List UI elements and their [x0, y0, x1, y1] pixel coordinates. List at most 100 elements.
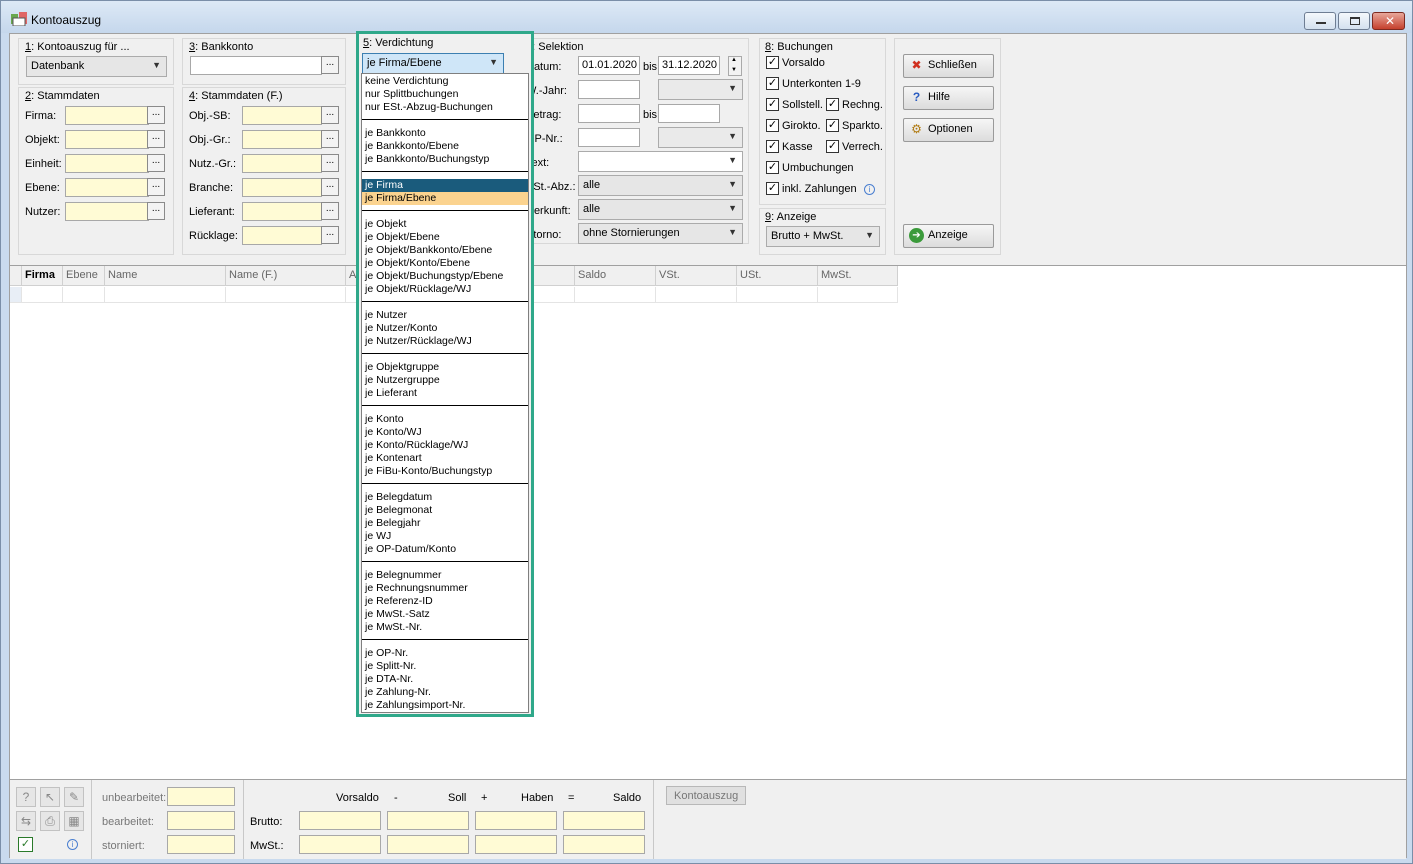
- objekt-field[interactable]: [65, 130, 149, 149]
- column-header-name-f[interactable]: Name (F.): [226, 266, 346, 286]
- verdichtung-dropdown-list[interactable]: keine Verdichtung nur Splittbuchungen nur …: [361, 73, 529, 713]
- dropdown-option[interactable]: je Nutzer/Rücklage/WJ: [362, 335, 528, 348]
- dropdown-option[interactable]: je Konto/Rücklage/WJ: [362, 439, 528, 452]
- table-cell[interactable]: [226, 287, 346, 303]
- kontoauszug-fuer-select[interactable]: Datenbank ▼: [26, 56, 167, 77]
- dropdown-option[interactable]: je Kontenart: [362, 452, 528, 465]
- nutz-gr-lookup-button[interactable]: ...: [321, 154, 339, 172]
- pointer-icon[interactable]: ↖: [40, 787, 60, 807]
- branche-lookup-button[interactable]: ...: [321, 178, 339, 196]
- dropdown-option[interactable]: je Objekt/Rücklage/WJ: [362, 283, 528, 296]
- girokto-checkbox[interactable]: ✓: [766, 119, 779, 132]
- dropdown-option[interactable]: je Belegdatum: [362, 491, 528, 504]
- rechng-checkbox[interactable]: ✓: [826, 98, 839, 111]
- table-cell[interactable]: [656, 287, 737, 303]
- column-header-ust[interactable]: USt.: [737, 266, 818, 286]
- bankkonto-lookup-button[interactable]: ...: [321, 56, 339, 74]
- obj-gr-lookup-button[interactable]: ...: [321, 130, 339, 148]
- dropdown-option[interactable]: je Referenz-ID: [362, 595, 528, 608]
- minimize-button[interactable]: [1304, 12, 1336, 30]
- question-icon[interactable]: ?: [16, 787, 36, 807]
- results-grid[interactable]: Firma Ebene Name Name (F.) A Saldo VSt. …: [10, 265, 1406, 779]
- betrag-to-field[interactable]: [658, 104, 720, 123]
- dropdown-option[interactable]: je Belegnummer: [362, 569, 528, 582]
- dropdown-option[interactable]: je Firma/Ebene: [362, 192, 528, 205]
- dropdown-option[interactable]: je OP-Nr.: [362, 647, 528, 660]
- dropdown-option[interactable]: je OP-Datum/Konto: [362, 543, 528, 556]
- dropdown-option[interactable]: je Belegmonat: [362, 504, 528, 517]
- column-header-firma[interactable]: Firma: [22, 266, 63, 286]
- verrech-checkbox[interactable]: ✓: [826, 140, 839, 153]
- info-icon[interactable]: i: [67, 839, 78, 850]
- dropdown-option[interactable]: je Objekt/Ebene: [362, 231, 528, 244]
- obj-sb-lookup-button[interactable]: ...: [321, 106, 339, 124]
- betrag-from-field[interactable]: [578, 104, 640, 123]
- dropdown-option[interactable]: je Firma: [362, 179, 528, 192]
- dropdown-option[interactable]: je Objekt/Konto/Ebene: [362, 257, 528, 270]
- datum-from-field[interactable]: 01.01.2020: [578, 56, 640, 75]
- title-bar[interactable]: Kontoauszug ✕: [1, 1, 1412, 33]
- wjahr-select[interactable]: ▼: [658, 79, 743, 100]
- dropdown-option[interactable]: je Bankkonto/Ebene: [362, 140, 528, 153]
- grid-icon[interactable]: ▦: [64, 811, 84, 831]
- info-icon[interactable]: i: [864, 184, 875, 195]
- column-header-ebene[interactable]: Ebene: [63, 266, 105, 286]
- dropdown-option[interactable]: je Zahlung-Nr.: [362, 686, 528, 699]
- dropdown-option[interactable]: je WJ: [362, 530, 528, 543]
- kontoauszug-tab[interactable]: Kontoauszug: [666, 786, 746, 805]
- row-indicator[interactable]: [10, 287, 22, 303]
- text-select[interactable]: ▼: [578, 151, 743, 172]
- table-cell[interactable]: [22, 287, 63, 303]
- swap-icon[interactable]: ⇆: [16, 811, 36, 831]
- dropdown-option[interactable]: je Konto/WJ: [362, 426, 528, 439]
- dropdown-option[interactable]: je MwSt.-Nr.: [362, 621, 528, 634]
- pencil-icon[interactable]: ✎: [64, 787, 84, 807]
- dropdown-option[interactable]: nur ESt.-Abzug-Buchungen: [362, 101, 528, 114]
- dropdown-option[interactable]: je DTA-Nr.: [362, 673, 528, 686]
- branche-field[interactable]: [242, 178, 322, 197]
- dropdown-option[interactable]: je Bankkonto/Buchungstyp: [362, 153, 528, 166]
- nutzer-lookup-button[interactable]: ...: [147, 202, 165, 220]
- objekt-lookup-button[interactable]: ...: [147, 130, 165, 148]
- inkl-zahlungen-checkbox[interactable]: ✓: [766, 182, 779, 195]
- table-cell[interactable]: [818, 287, 898, 303]
- column-header-vst[interactable]: VSt.: [656, 266, 737, 286]
- dropdown-option[interactable]: je MwSt.-Satz: [362, 608, 528, 621]
- dropdown-option[interactable]: je Nutzer/Konto: [362, 322, 528, 335]
- dropdown-option[interactable]: je Objekt/Buchungstyp/Ebene: [362, 270, 528, 283]
- einheit-lookup-button[interactable]: ...: [147, 154, 165, 172]
- column-header-mwst[interactable]: MwSt.: [818, 266, 898, 286]
- lieferant-lookup-button[interactable]: ...: [321, 202, 339, 220]
- status-checkbox[interactable]: ✓: [18, 837, 33, 852]
- sparkto-checkbox[interactable]: ✓: [826, 119, 839, 132]
- anzeige-button[interactable]: ➔ Anzeige: [903, 224, 994, 248]
- obj-gr-field[interactable]: [242, 130, 322, 149]
- ruecklage-field[interactable]: [242, 226, 322, 245]
- table-cell[interactable]: [737, 287, 818, 303]
- storno-select[interactable]: ohne Stornierungen ▼: [578, 223, 743, 244]
- lieferant-field[interactable]: [242, 202, 322, 221]
- datum-spinner[interactable]: ▲ ▼: [728, 56, 742, 76]
- dropdown-option[interactable]: je Rechnungsnummer: [362, 582, 528, 595]
- est-abz-select[interactable]: alle ▼: [578, 175, 743, 196]
- dropdown-option[interactable]: je Nutzer: [362, 309, 528, 322]
- table-cell[interactable]: [105, 287, 226, 303]
- close-window-button[interactable]: ✕: [1372, 12, 1405, 30]
- einheit-field[interactable]: [65, 154, 149, 173]
- table-cell[interactable]: [63, 287, 105, 303]
- print-icon[interactable]: ⎙: [40, 811, 60, 831]
- optionen-button[interactable]: ⚙ Optionen: [903, 118, 994, 142]
- firma-field[interactable]: [65, 106, 149, 125]
- table-cell[interactable]: [575, 287, 656, 303]
- dropdown-option[interactable]: je Nutzergruppe: [362, 374, 528, 387]
- sollstell-checkbox[interactable]: ✓: [766, 98, 779, 111]
- spin-down-icon[interactable]: ▼: [731, 67, 737, 73]
- nutzer-field[interactable]: [65, 202, 149, 221]
- column-header-name[interactable]: Name: [105, 266, 226, 286]
- dropdown-option[interactable]: keine Verdichtung: [362, 75, 528, 88]
- maximize-button[interactable]: [1338, 12, 1370, 30]
- opnr-select[interactable]: ▼: [658, 127, 743, 148]
- dropdown-option[interactable]: nur Splittbuchungen: [362, 88, 528, 101]
- herkunft-select[interactable]: alle ▼: [578, 199, 743, 220]
- dropdown-option[interactable]: je Objekt: [362, 218, 528, 231]
